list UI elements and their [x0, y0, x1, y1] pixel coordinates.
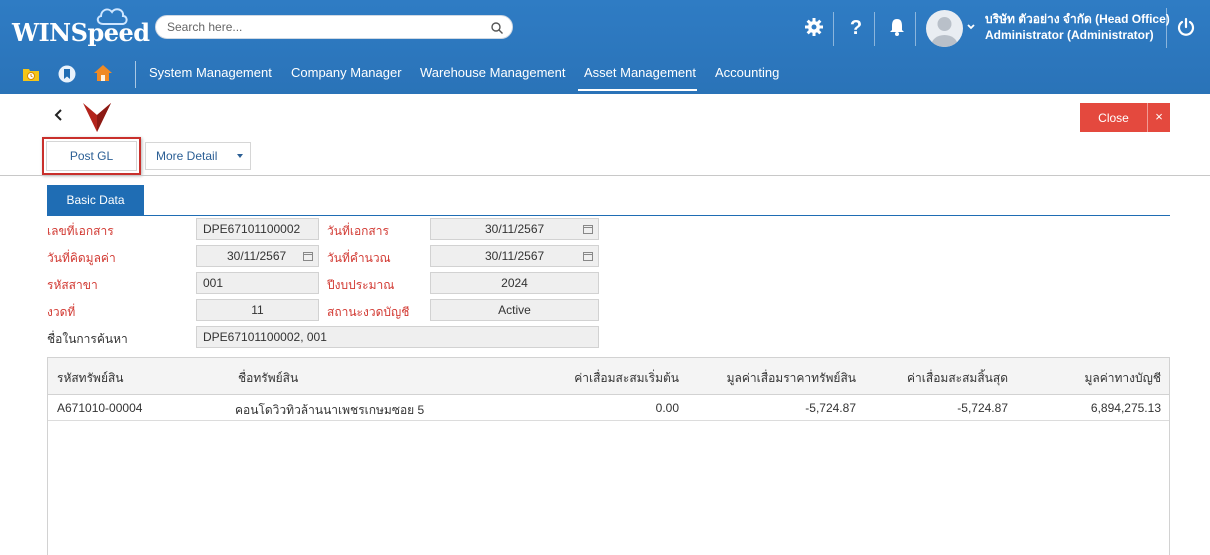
chevron-down-icon[interactable]: [967, 24, 975, 30]
header-divider: [1166, 8, 1167, 48]
doc-date-label: วันที่เอกสาร: [327, 224, 389, 238]
company-name: บริษัท ตัวอย่าง จำกัด (Head Office): [985, 12, 1170, 26]
nav-active-indicator: [578, 89, 697, 91]
cell-book-value: 6,894,275.13: [1090, 401, 1161, 415]
avatar[interactable]: [926, 10, 963, 47]
toolbar-divider: [0, 175, 1210, 176]
top-header: WINSpeed ?: [0, 0, 1210, 94]
close-icon[interactable]: ×: [1147, 103, 1170, 132]
search-input[interactable]: [167, 16, 487, 38]
value-date-field[interactable]: 30/11/2567: [196, 245, 319, 267]
search-name-field[interactable]: DPE67101100002, 001: [196, 326, 599, 348]
header-divider: [874, 12, 875, 46]
cell-asset-name: คอนโดวิวทิวล้านนาเพชรเกษมซอย 5: [235, 403, 425, 417]
caret-down-icon: [237, 154, 243, 158]
app-logo[interactable]: WINSpeed: [12, 18, 150, 47]
search-box[interactable]: [155, 15, 513, 39]
col-opening-dep[interactable]: ค่าเสื่อมสะสมเริ่มต้น: [574, 369, 679, 388]
bell-icon[interactable]: [884, 14, 910, 40]
close-button-label: Close: [1098, 111, 1129, 125]
power-icon[interactable]: [1173, 14, 1199, 40]
cell-asset-code: A671010-00004: [57, 401, 143, 415]
nav-accounting[interactable]: Accounting: [715, 65, 779, 80]
doc-no-label: เลขที่เอกสาร: [47, 224, 114, 238]
branch-label: รหัสสาขา: [47, 278, 98, 292]
calendar-icon[interactable]: [583, 224, 593, 234]
help-icon[interactable]: ?: [843, 14, 869, 40]
period-label: งวดที่: [47, 305, 76, 319]
doc-date-field[interactable]: 30/11/2567: [430, 218, 599, 240]
nav-company-manager[interactable]: Company Manager: [291, 65, 402, 80]
header-divider: [915, 12, 916, 46]
nav-warehouse-management[interactable]: Warehouse Management: [420, 65, 566, 80]
tab-basic-data[interactable]: Basic Data: [47, 185, 144, 216]
period-field[interactable]: 11: [196, 299, 319, 321]
more-detail-label: More Detail: [156, 149, 218, 163]
col-asset-code[interactable]: รหัสทรัพย์สิน: [57, 369, 124, 388]
calc-date-label: วันที่คำนวณ: [327, 251, 391, 265]
period-status-label: สถานะงวดบัญชี: [327, 305, 410, 319]
cell-ending-dep: -5,724.87: [957, 401, 1008, 415]
col-ending-dep[interactable]: ค่าเสื่อมสะสมสิ้นสุด: [907, 369, 1008, 388]
bookmark-icon[interactable]: [58, 65, 76, 83]
calc-date-value: 30/11/2567: [485, 249, 545, 263]
fiscal-year-label: ปีงบประมาณ: [327, 278, 395, 292]
calc-date-field[interactable]: 30/11/2567: [430, 245, 599, 267]
nav-system-management[interactable]: System Management: [149, 65, 272, 80]
col-asset-name[interactable]: ชื่อทรัพย์สิน: [238, 369, 298, 388]
close-button[interactable]: Close ×: [1080, 103, 1170, 132]
calendar-icon[interactable]: [303, 251, 313, 261]
col-dep-value[interactable]: มูลค่าเสื่อมราคาทรัพย์สิน: [727, 369, 856, 388]
cell-opening-dep: 0.00: [655, 401, 679, 415]
table-header: รหัสทรัพย์สิน ชื่อทรัพย์สิน ค่าเสื่อมสะส…: [48, 358, 1169, 395]
table-row[interactable]: A671010-00004 คอนโดวิวทิวล้านนาเพชรเกษมซ…: [48, 395, 1169, 421]
calendar-icon[interactable]: [583, 251, 593, 261]
col-book-value[interactable]: มูลค่าทางบัญชี: [1084, 369, 1161, 388]
value-date-label: วันที่คิดมูลค่า: [47, 251, 116, 265]
more-detail-dropdown[interactable]: More Detail: [145, 142, 251, 170]
search-icon[interactable]: [490, 21, 504, 35]
header-divider: [833, 12, 834, 46]
fiscal-year-field[interactable]: 2024: [430, 272, 599, 294]
period-status-field[interactable]: Active: [430, 299, 599, 321]
nav-divider: [135, 61, 136, 88]
back-arrow-icon[interactable]: [52, 106, 66, 124]
user-info[interactable]: บริษัท ตัวอย่าง จำกัด (Head Office) Admi…: [985, 11, 1170, 43]
tab-underline: [47, 215, 1170, 216]
search-name-label: ชื่อในการค้นหา: [47, 332, 128, 346]
branch-field[interactable]: 001: [196, 272, 319, 294]
highlight-box: [42, 137, 141, 175]
value-date-value: 30/11/2567: [227, 249, 287, 263]
user-name: Administrator (Administrator): [985, 28, 1154, 42]
home-icon[interactable]: [93, 64, 113, 82]
folder-clock-icon[interactable]: [22, 66, 40, 82]
doc-date-value: 30/11/2567: [485, 222, 545, 236]
nav-asset-management[interactable]: Asset Management: [584, 65, 696, 80]
asset-table: รหัสทรัพย์สิน ชื่อทรัพย์สิน ค่าเสื่อมสะส…: [47, 357, 1170, 555]
gear-icon[interactable]: [801, 14, 827, 40]
doc-no-field[interactable]: DPE67101100002: [196, 218, 319, 240]
cell-dep-value: -5,724.87: [805, 401, 856, 415]
pointer-arrow-icon: [83, 103, 111, 132]
svg-text:?: ?: [850, 17, 862, 38]
